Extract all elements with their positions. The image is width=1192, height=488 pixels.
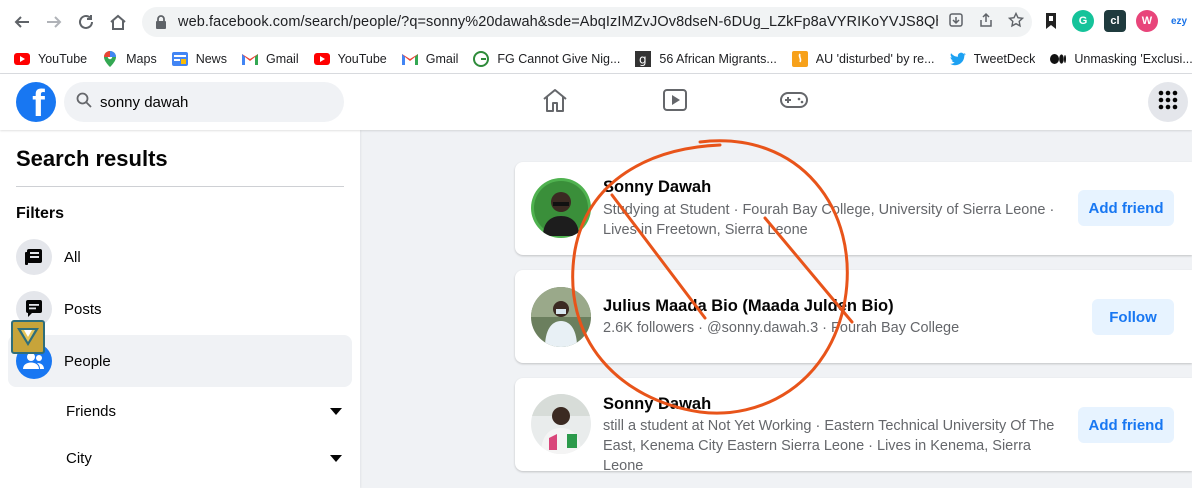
facebook-logo[interactable]: f <box>16 82 56 122</box>
extension-badge-icon[interactable] <box>11 320 45 354</box>
filter-posts[interactable]: Posts <box>8 283 352 335</box>
back-arrow-icon[interactable] <box>6 6 38 38</box>
bookmark-youtube[interactable]: YouTube <box>14 51 87 67</box>
filter-all[interactable]: All <box>8 231 352 283</box>
reload-icon[interactable] <box>70 6 102 38</box>
bookmark-gmail-2[interactable]: Gmail <box>401 51 458 67</box>
gmail-icon <box>241 51 258 67</box>
cl-icon[interactable]: cl <box>1104 10 1126 32</box>
lock-icon[interactable] <box>154 15 168 29</box>
ezy-icon[interactable]: ezy <box>1168 10 1190 32</box>
avatar[interactable] <box>531 287 591 347</box>
grid-menu-icon <box>1158 90 1178 115</box>
bookmark-gmail[interactable]: Gmail <box>241 51 299 67</box>
home-tab[interactable] <box>539 86 571 118</box>
youtube-icon <box>313 51 330 67</box>
watch-tab[interactable] <box>659 86 691 118</box>
bookmark-tweetdeck[interactable]: TweetDeck <box>949 51 1035 67</box>
caret-down-icon <box>330 454 342 462</box>
bookmark-unmasking[interactable]: Unmasking 'Exclusi... <box>1050 51 1192 67</box>
youtube-icon <box>14 51 30 67</box>
forward-arrow-icon[interactable] <box>38 6 70 38</box>
gmail-icon <box>401 51 418 67</box>
bookmark-maps[interactable]: Maps <box>102 50 157 67</box>
menu-button[interactable] <box>1148 82 1188 122</box>
result-name[interactable]: Sonny Dawah <box>603 178 711 197</box>
home-icon[interactable] <box>102 6 134 38</box>
result-name[interactable]: Sonny Dawah <box>603 395 711 414</box>
browser-toolbar: web.facebook.com/search/people/?q=sonny%… <box>0 0 1192 44</box>
bookmark-fg-cannot-give[interactable]: FG Cannot Give Nig... <box>473 50 620 67</box>
subfilter-friends[interactable]: Friends <box>66 391 342 431</box>
address-bar[interactable]: web.facebook.com/search/people/?q=sonny%… <box>142 7 1032 37</box>
aljazeera-icon <box>791 50 808 67</box>
result-name[interactable]: Julius Maada Bio (Maada Julden Bio) <box>603 297 894 316</box>
caret-down-icon <box>330 407 342 415</box>
twitter-icon <box>949 51 966 67</box>
gamepad-icon <box>779 90 809 115</box>
result-meta: still a student at Not Yet Working · Eas… <box>603 418 1055 474</box>
avatar[interactable] <box>531 178 591 238</box>
search-result-card[interactable]: Sonny Dawah still a student at Not Yet W… <box>515 378 1192 474</box>
grammarly-icon[interactable]: G <box>1072 10 1094 32</box>
bookmark-african-migrants[interactable]: g 56 African Migrants... <box>635 50 777 67</box>
g-icon <box>473 50 490 67</box>
bookmark-youtube-2[interactable]: YouTube <box>313 51 387 67</box>
w-icon[interactable]: W <box>1136 10 1158 32</box>
bookmark-news[interactable]: News <box>171 51 227 67</box>
follow-button[interactable]: Follow <box>1092 299 1174 335</box>
search-result-card[interactable]: Julius Maada Bio (Maada Julden Bio) 2.6K… <box>515 270 1192 363</box>
facebook-search-box[interactable] <box>64 82 344 122</box>
search-icon <box>76 92 92 113</box>
extensions-bar: G cl W ezy <box>1040 10 1190 32</box>
result-meta: 2.6K followers · @sonny.dawah.3 · Fourah… <box>603 320 960 336</box>
video-icon <box>662 88 688 117</box>
bookmark-au-disturbed[interactable]: AU 'disturbed' by re... <box>791 50 935 67</box>
search-result-card[interactable]: Sonny Dawah Studying at Student · Fourah… <box>515 162 1192 255</box>
page-title: Search results <box>16 146 168 171</box>
facebook-header: f <box>0 74 1192 130</box>
add-friend-button[interactable]: Add friend <box>1078 190 1174 226</box>
news-icon <box>171 51 188 67</box>
search-input[interactable] <box>100 93 320 111</box>
feed-icon <box>16 239 52 275</box>
star-icon[interactable] <box>1007 11 1025 33</box>
divider <box>16 186 344 187</box>
house-icon <box>541 87 569 118</box>
cap-icon[interactable] <box>1040 10 1062 32</box>
medium-icon <box>1050 51 1067 67</box>
install-icon[interactable] <box>948 12 964 33</box>
gaming-tab[interactable] <box>778 86 810 118</box>
avatar[interactable] <box>531 394 591 454</box>
subfilter-city[interactable]: City <box>66 438 342 478</box>
maps-icon <box>102 50 118 67</box>
search-sidebar: Search results Filters All Posts People … <box>0 130 360 488</box>
url-text[interactable]: web.facebook.com/search/people/?q=sonny%… <box>178 14 938 30</box>
add-friend-button[interactable]: Add friend <box>1078 407 1174 443</box>
svg-text:g: g <box>639 52 647 66</box>
share-icon[interactable] <box>978 12 994 33</box>
g-dark-icon: g <box>635 50 652 67</box>
filters-heading: Filters <box>16 205 65 222</box>
filter-people[interactable]: People <box>8 335 352 387</box>
result-meta: Studying at Student · Fourah Bay College… <box>603 202 1055 238</box>
bookmarks-bar: YouTube Maps News Gmail YouTube Gmail FG… <box>0 44 1192 74</box>
